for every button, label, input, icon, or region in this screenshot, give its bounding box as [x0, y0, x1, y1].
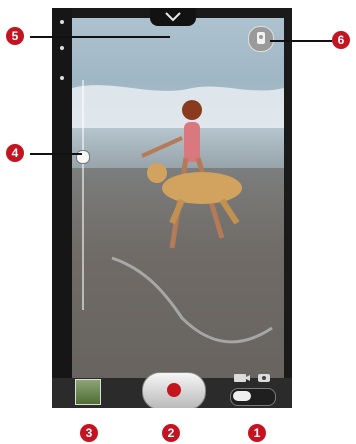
callout-6: 6: [332, 31, 350, 49]
menu-dot[interactable]: [60, 20, 64, 24]
zoom-slider-track[interactable]: [82, 80, 84, 310]
mode-icons: [234, 370, 274, 386]
shutter-button[interactable]: [142, 372, 206, 408]
camera-mode-switch[interactable]: [230, 388, 276, 406]
scene-toggle-button[interactable]: [248, 26, 274, 52]
menu-dot[interactable]: [60, 76, 64, 80]
menu-dot[interactable]: [60, 46, 64, 50]
child-head: [182, 100, 202, 120]
mode-switch-knob: [233, 391, 251, 401]
camera-viewfinder: [72, 18, 284, 378]
viewfinder-scene: [72, 85, 284, 378]
callout-leader-5: [30, 36, 170, 38]
callout-leader-6: [270, 40, 332, 42]
gallery-thumbnail[interactable]: [75, 379, 101, 405]
dog-head: [147, 163, 167, 183]
callout-2: 2: [162, 424, 180, 442]
phone-screen: [52, 8, 292, 408]
callout-3: 3: [80, 424, 98, 442]
shutter-icon: [167, 383, 181, 397]
dog-body: [162, 172, 242, 204]
shortcut-pull-tab[interactable]: [150, 8, 196, 26]
chevron-down-icon: [165, 12, 181, 22]
child-body: [184, 122, 200, 162]
video-camera-icon: [234, 374, 246, 382]
callout-leader-4: [30, 153, 82, 155]
callout-1: 1: [248, 424, 266, 442]
callout-5: 5: [6, 27, 24, 45]
left-menu-strip: [52, 8, 72, 378]
mode-icons-svg: [234, 374, 270, 382]
switch-camera-icon: [257, 32, 265, 44]
callout-4: 4: [6, 144, 24, 162]
